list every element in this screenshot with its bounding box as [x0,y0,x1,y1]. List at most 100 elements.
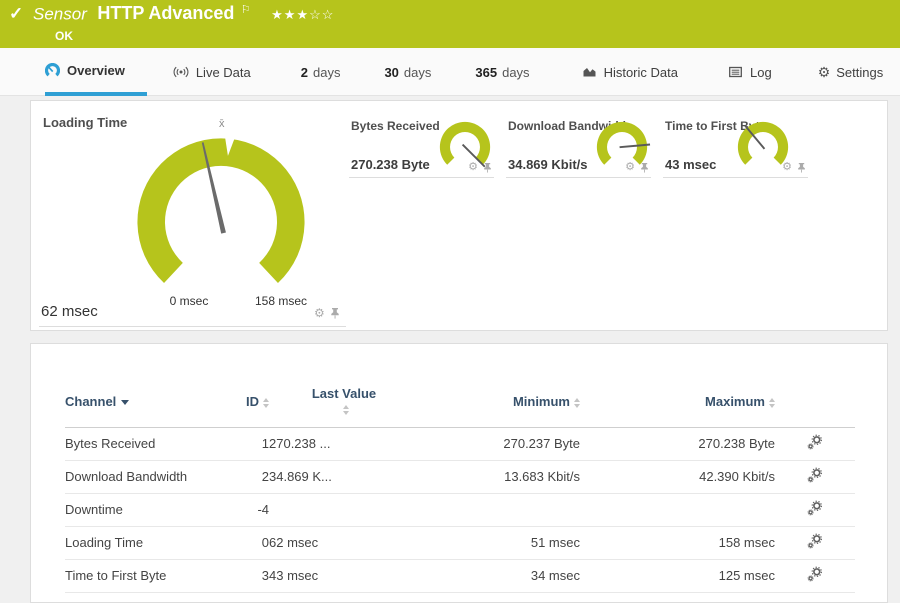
pin-icon[interactable] [483,162,492,173]
channel-id: 3 [235,559,269,593]
channel-settings-gears-icon[interactable] [807,533,823,549]
sort-icon [343,405,349,416]
channels-table: Channel ID Last Value Minimum Maximum By… [65,377,855,593]
channel-settings-gears-icon[interactable] [807,467,823,483]
channel-minimum: 51 msec [419,526,580,560]
channel-name[interactable]: Time to First Byte [65,559,235,593]
tab-overview[interactable]: Overview [45,48,147,96]
channel-minimum: 270.237 Byte [419,427,580,461]
channel-name[interactable]: Bytes Received [65,427,235,461]
live-data-icon [173,65,189,79]
tab-30-days[interactable]: 30 days [384,48,431,96]
channel-minimum: 34 msec [419,559,580,593]
gauge-icon [45,62,60,78]
sort-desc-icon [121,400,130,406]
table-row[interactable]: Download Bandwidth 2 34.869 K... 13.683 … [65,460,855,494]
tab-settings-label: Settings [836,64,884,80]
channel-gear-icon[interactable]: ⚙ [782,162,792,173]
column-header-id[interactable]: ID [235,377,269,428]
channel-settings-gears-icon[interactable] [807,500,823,516]
download-bandwidth-panel: Download Bandwidth 34.869 Kbit/s ⚙ [506,113,651,178]
sort-icon [263,397,269,408]
pin-icon[interactable] [797,162,806,173]
table-row[interactable]: Bytes Received 1 270.238 ... 270.237 Byt… [65,427,855,461]
pin-icon[interactable] [640,162,649,173]
tab-2-days-number: 2 [300,64,308,80]
table-row[interactable]: Loading Time 0 62 msec 51 msec 158 msec [65,526,855,560]
priority-stars[interactable]: ★★★☆☆ [271,7,334,22]
channel-last-value: 62 msec [269,526,419,560]
tab-bar: Overview Live Data 2 days 30 days 365 da… [0,48,900,96]
sensor-title: HTTP Advanced [97,3,235,24]
channel-settings-gears-icon[interactable] [807,566,823,582]
channel-id: 0 [235,526,269,560]
loading-time-panel-title: Loading Time [43,115,128,130]
panel-divider [39,326,346,327]
sort-icon [574,397,580,408]
pin-icon[interactable] [330,307,340,319]
gauges-card: Loading Time x̄ 0 msec 158 msec 62 msec … [30,100,888,331]
channel-last-value: 270.238 ... [269,427,419,461]
loading-time-gauge[interactable] [126,127,316,296]
channels-card: Channel ID Last Value Minimum Maximum By… [30,343,888,603]
tab-2-days-unit: days [312,64,341,80]
tab-log-label: Log [749,64,772,80]
channel-name[interactable]: Download Bandwidth [65,460,235,494]
channel-maximum: 270.238 Byte [580,427,775,461]
column-header-channel[interactable]: Channel [65,377,235,428]
channel-id: 1 [235,427,269,461]
channel-minimum: 13.683 Kbit/s [419,460,580,494]
tab-30-days-number: 30 [384,64,399,80]
flag-icon[interactable]: ⚐ [241,4,251,16]
bytes-received-value: 270.238 Byte [351,157,430,172]
channel-id: -4 [235,493,269,527]
tab-2-days[interactable]: 2 days [301,48,341,96]
channel-last-value: 34.869 K... [269,460,419,494]
gauge-scale-max: 158 msec [254,294,308,308]
column-header-maximum[interactable]: Maximum [580,377,775,428]
channel-gear-icon[interactable]: ⚙ [314,307,325,319]
tab-live-data-label: Live Data [195,64,251,80]
bytes-received-panel: Bytes Received 270.238 Byte ⚙ [349,113,494,178]
table-row[interactable]: Downtime -4 [65,493,855,527]
tab-historic-data-label: Historic Data [603,64,678,80]
download-bandwidth-value: 34.869 Kbit/s [508,157,588,172]
tab-overview-label: Overview [67,62,125,78]
time-to-first-byte-value: 43 msec [665,157,717,172]
channel-last-value [269,493,419,527]
channel-maximum: 158 msec [580,526,775,560]
settings-gear-icon: ⚙ [817,64,831,80]
bytes-received-title: Bytes Received [351,119,440,133]
historic-chart-icon [582,65,597,79]
column-header-minimum[interactable]: Minimum [419,377,580,428]
tab-365-days[interactable]: 365 days [475,48,529,96]
channel-id: 2 [235,460,269,494]
channel-name[interactable]: Downtime [65,493,235,527]
channel-maximum: 125 msec [580,559,775,593]
object-kind-label: Sensor [33,4,87,24]
status-ok-check-icon: ✓ [9,4,24,23]
channel-minimum [419,493,580,527]
column-header-actions [775,377,855,428]
channel-maximum: 42.390 Kbit/s [580,460,775,494]
tab-log[interactable]: Log [728,48,772,96]
channel-name[interactable]: Loading Time [65,526,235,560]
table-row[interactable]: Time to First Byte 3 43 msec 34 msec 125… [65,559,855,593]
log-icon [728,65,743,79]
channel-gear-icon[interactable]: ⚙ [468,162,478,173]
status-badge: OK [55,29,73,43]
channel-settings-gears-icon[interactable] [807,434,823,450]
tab-30-days-unit: days [403,64,432,80]
channel-maximum [580,493,775,527]
tab-settings[interactable]: ⚙ Settings [818,48,884,96]
tab-365-days-unit: days [502,64,530,80]
tab-live-data[interactable]: Live Data [173,48,251,96]
channel-gear-icon[interactable]: ⚙ [625,162,635,173]
loading-time-current-value: 62 msec [41,303,98,320]
sensor-header-bar: ✓ Sensor HTTP Advanced ⚐ ★★★☆☆ OK [0,0,900,48]
tab-historic-data[interactable]: Historic Data [582,48,678,96]
tab-365-days-number: 365 [475,64,498,80]
column-header-last-value[interactable]: Last Value [269,377,419,428]
gauge-scale-min: 0 msec [169,294,209,308]
sort-icon [769,397,775,408]
